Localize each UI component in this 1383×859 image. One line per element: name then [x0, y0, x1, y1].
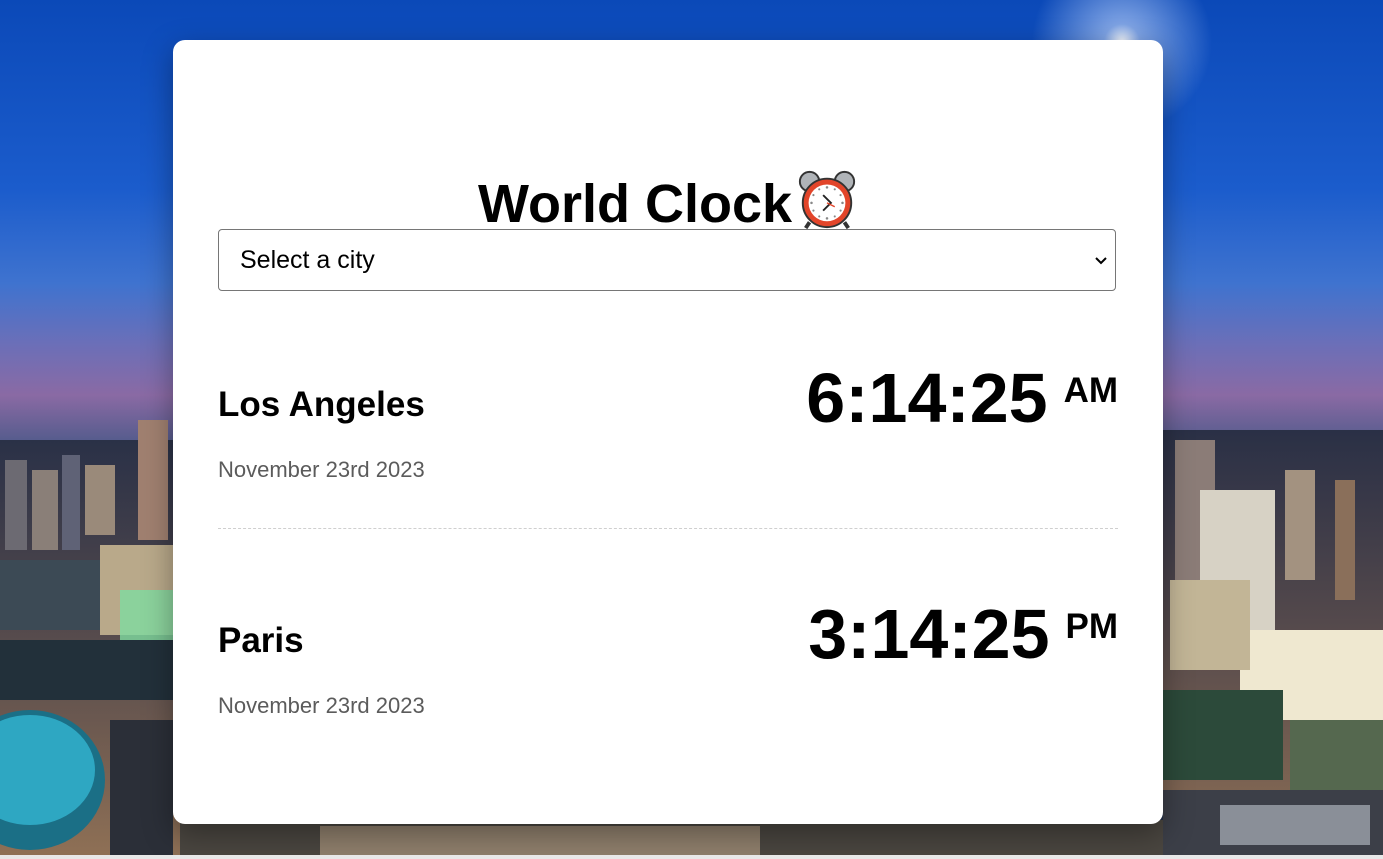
time-period: AM — [1063, 371, 1118, 410]
time-digits: 3:14:25 — [808, 595, 1050, 673]
city-date: November 23rd 2023 — [218, 457, 425, 482]
city-row-paris: Paris November 23rd 2023 3:14:25 PM — [218, 576, 1118, 766]
city-name: Paris — [218, 621, 304, 660]
city-time: 3:14:25 PM — [808, 594, 1118, 674]
city-select[interactable]: Select a city — [218, 229, 1116, 291]
city-name: Los Angeles — [218, 385, 425, 424]
chevron-down-icon — [1095, 257, 1107, 265]
city-row-los-angeles: Los Angeles November 23rd 2023 6:14:25 AM — [218, 340, 1118, 530]
window-bottom-edge — [0, 855, 1383, 859]
time-period: PM — [1065, 607, 1119, 646]
city-divider — [218, 528, 1118, 529]
city-select-value: Select a city — [240, 246, 375, 274]
page-title-text: World Clock — [477, 174, 793, 234]
time-digits: 6:14:25 — [806, 359, 1048, 437]
alarm-clock-icon — [798, 170, 856, 230]
world-clock-card: World Clock Select a city Los Angeles No… — [173, 40, 1163, 824]
page-title: World Clock — [173, 168, 1163, 236]
city-date: November 23rd 2023 — [218, 693, 425, 718]
city-time: 6:14:25 AM — [806, 358, 1118, 438]
